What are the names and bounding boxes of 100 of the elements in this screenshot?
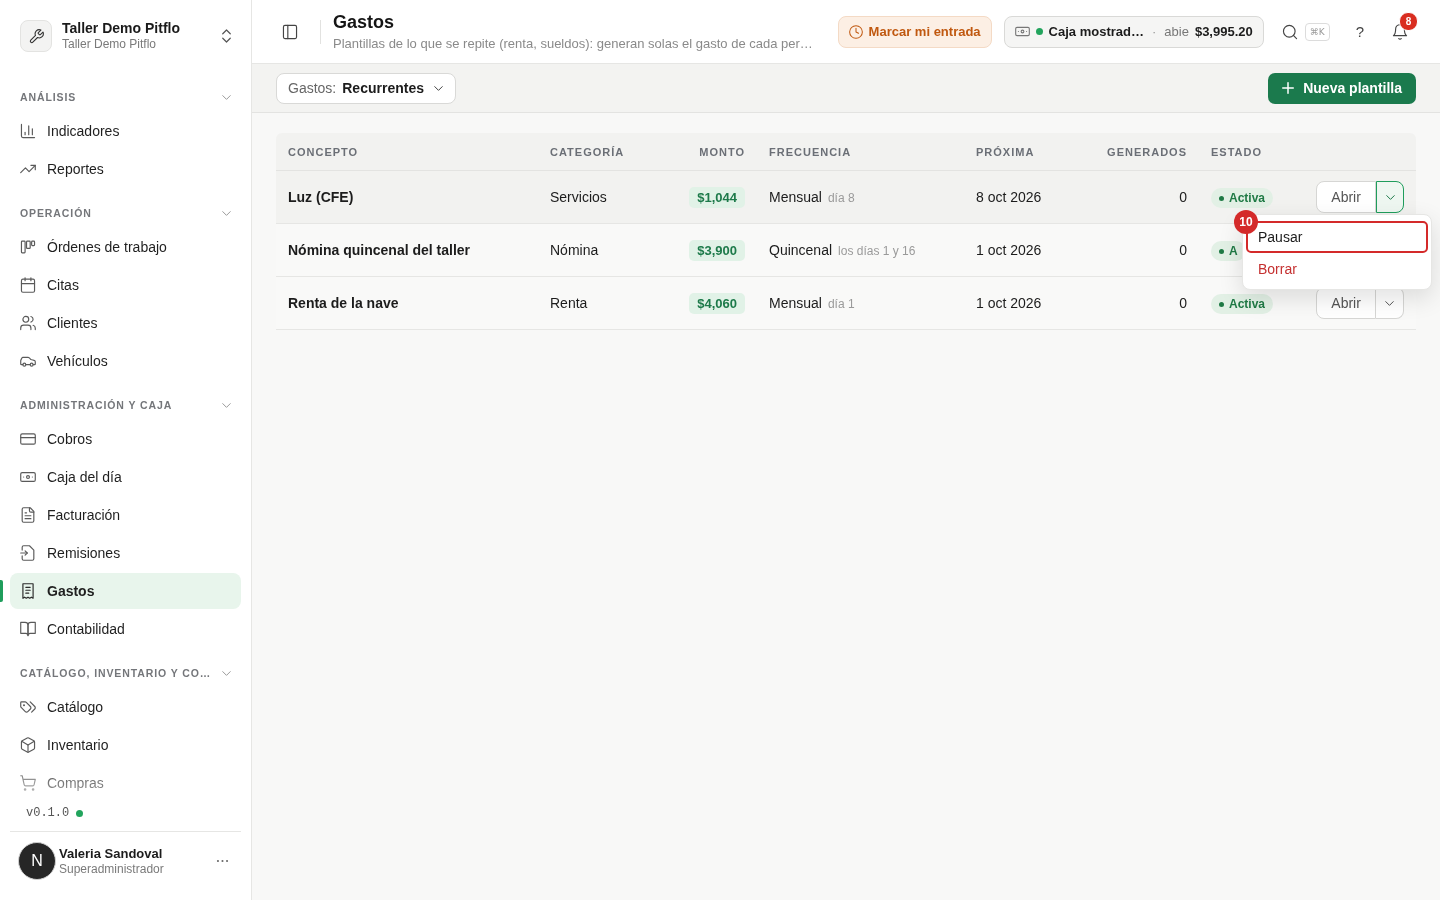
filter-dropdown[interactable]: Gastos: Recurrentes — [276, 72, 456, 104]
table-cell-text: Nómina — [549, 242, 600, 258]
chevron-down-icon — [222, 670, 231, 676]
cart-icon — [20, 775, 36, 791]
table-cell-text: Nómina quincenal del taller — [287, 242, 472, 258]
sidebar-item[interactable]: Contabilidad — [10, 611, 241, 647]
workspace-name: Taller Demo Pitflo — [62, 20, 181, 37]
table-cell-text: 0 — [1178, 189, 1188, 205]
table-cell-text: 1 oct 2026 — [975, 242, 1043, 258]
sidebar-item[interactable]: Reportes — [10, 151, 241, 187]
chevron-down-icon — [433, 85, 443, 91]
frequency-detail: los días 1 y 16 — [838, 244, 916, 258]
new-template-button[interactable]: Nueva plantilla — [1268, 72, 1416, 104]
sidebar-item[interactable]: Órdenes de trabajo — [10, 229, 241, 265]
filter-value: Recurrentes — [342, 80, 424, 96]
section-header[interactable]: OPERACIÓN — [10, 201, 241, 225]
amount-badge: $3,900 — [689, 239, 745, 261]
column-header: ESTADO — [1210, 145, 1264, 158]
section-header[interactable]: ANÁLISIS — [10, 85, 241, 109]
annotation-marker: 10 — [1234, 210, 1258, 234]
sidebar-item[interactable]: Clientes — [10, 305, 241, 341]
workspace-subtitle: Taller Demo Pitflo — [62, 37, 158, 52]
sidebar-item[interactable]: Caja del día — [10, 459, 241, 495]
cube-icon — [20, 737, 36, 753]
table-cell-text: Luz (CFE) — [287, 189, 355, 205]
status-label: Activa — [1229, 191, 1266, 205]
section-header[interactable]: ADMINISTRACIÓN Y CAJA — [10, 393, 241, 417]
status-label: A — [1229, 244, 1238, 258]
sidebar-item[interactable]: Inventario — [10, 727, 241, 763]
bar-chart-icon — [20, 123, 36, 139]
frequency-detail: día 8 — [827, 191, 855, 205]
table-cell-text: 0 — [1178, 242, 1188, 258]
column-header: CONCEPTO — [287, 145, 360, 158]
open-book-icon — [20, 621, 36, 637]
sidebar-item[interactable]: Indicadores — [10, 113, 241, 149]
table-cell-text: 0 — [1178, 295, 1188, 311]
frequency-detail: día 1 — [827, 297, 855, 311]
bell-icon[interactable] — [1392, 23, 1408, 40]
column-header: PRÓXIMA — [975, 145, 1036, 158]
help-button[interactable]: ? — [1351, 21, 1368, 42]
filter-label: Gastos: — [288, 80, 337, 96]
sidebar-item[interactable]: Vehículos — [10, 343, 241, 379]
user-role: Superadministrador — [59, 861, 165, 877]
user-avatar: N — [18, 842, 56, 880]
clock-icon — [848, 24, 863, 39]
column-header: MONTO — [698, 145, 746, 158]
section-title: ANÁLISIS — [20, 91, 78, 103]
sidebar-item[interactable]: Remisiones — [10, 535, 241, 571]
kanban-icon — [20, 239, 36, 255]
separator: · — [1152, 24, 1157, 39]
cash-register-button[interactable]: Caja mostrad… · abie $3,995.20 — [1003, 15, 1264, 48]
user-name: Valeria Sandoval — [59, 845, 164, 862]
frequency-label: Mensual — [769, 295, 822, 311]
column-header: CATEGORÍA — [549, 145, 626, 158]
banknote-icon — [1014, 24, 1030, 39]
chevron-down-icon — [222, 94, 231, 100]
chevron-down-icon — [1385, 194, 1395, 200]
sidebar-item[interactable]: Compras — [10, 765, 241, 801]
section-title: ADMINISTRACIÓN Y CAJA — [20, 399, 174, 411]
row-menu-button[interactable] — [1376, 181, 1404, 213]
clock-in-button[interactable]: Marcar mi entrada — [837, 15, 992, 48]
chevron-down-icon — [1385, 300, 1395, 306]
sidebar-toggle-icon[interactable] — [282, 23, 298, 40]
open-button[interactable]: Abrir — [1316, 181, 1377, 213]
more-icon[interactable] — [216, 859, 229, 863]
search-icon[interactable] — [1281, 23, 1298, 40]
section-header[interactable]: CATÁLOGO, INVENTARIO Y CO… — [10, 661, 241, 685]
shortcut-hint: ⌘K — [1304, 22, 1330, 41]
document-arrow-icon — [20, 545, 36, 561]
page-subtitle: Plantillas de lo que se repite (renta, sueldos): generan solas el gasto de cada per… — [333, 35, 814, 52]
column-header: FRECUENCIA — [768, 145, 853, 158]
status-dot-icon — [76, 809, 84, 817]
document-icon — [20, 507, 36, 523]
credit-card-icon — [20, 431, 36, 447]
banknote-icon — [20, 469, 36, 485]
status-dot-icon — [1219, 195, 1224, 201]
sidebar-item[interactable]: Gastos — [10, 573, 241, 609]
chevrons-up-down-icon[interactable] — [222, 29, 231, 43]
wrench-icon — [20, 20, 52, 52]
sidebar-item[interactable]: Facturación — [10, 497, 241, 533]
sidebar-item[interactable]: Catálogo — [10, 689, 241, 725]
table-cell-text: Renta de la nave — [287, 295, 400, 311]
notification-badge: 8 — [1399, 11, 1418, 31]
cash-register-amount: $3,995.20 — [1194, 24, 1253, 39]
table-cell-text: Servicios — [549, 189, 608, 205]
version-label: v0.1.0 — [26, 806, 70, 820]
chevron-down-icon — [222, 402, 231, 408]
users-icon — [20, 315, 36, 331]
chevron-down-icon — [222, 210, 231, 216]
cash-register-name: Caja mostrad… — [1048, 24, 1144, 39]
page-title: Gastos — [333, 11, 396, 33]
cash-register-status: abie — [1164, 24, 1189, 39]
sidebar-item[interactable]: Cobros — [10, 421, 241, 457]
tag-icon — [20, 699, 36, 715]
column-header: GENERADOS — [1106, 145, 1188, 158]
frequency-label: Quincenal — [769, 242, 833, 258]
sidebar-item[interactable]: Citas — [10, 267, 241, 303]
section-title: CATÁLOGO, INVENTARIO Y CO… — [20, 667, 213, 679]
table-cell-text: 1 oct 2026 — [975, 295, 1043, 311]
section-title: OPERACIÓN — [20, 207, 93, 219]
